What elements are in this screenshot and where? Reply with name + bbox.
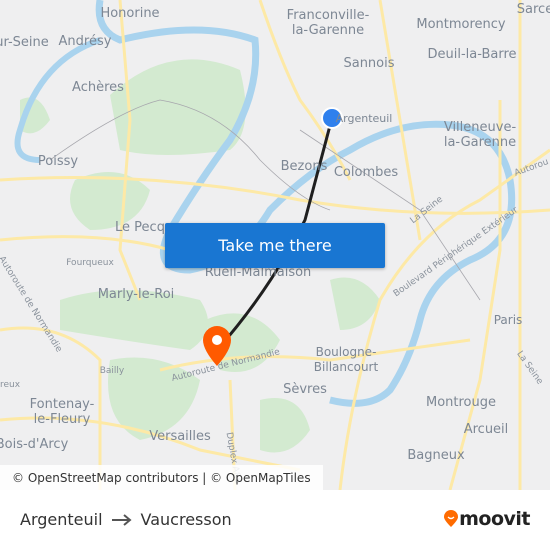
- place-label: Bois-d'Arcy: [0, 437, 69, 452]
- arrow-right-icon: [111, 513, 132, 526]
- place-label: Sèvres: [283, 382, 327, 397]
- place-label: Colombes: [333, 165, 399, 180]
- place-label: Sannois: [343, 56, 395, 71]
- place-label: Deuil-la-Barre: [427, 47, 517, 62]
- place-label: Fontenay- le-Fleury: [29, 397, 95, 427]
- origin-name: Argenteuil: [20, 510, 103, 529]
- place-label: Franconville- la-Garenne: [286, 8, 370, 38]
- place-label: Paris: [493, 313, 523, 327]
- place-label: Poissy: [37, 154, 79, 169]
- place-label: Arcueil: [463, 422, 509, 437]
- place-label: Le Pecq: [115, 220, 165, 235]
- place-label: Bailly: [99, 366, 125, 376]
- route-title: Argenteuil Vaucresson: [20, 510, 232, 529]
- map-attribution[interactable]: © OpenStreetMap contributors | © OpenMap…: [0, 465, 323, 490]
- place-label: Versailles: [149, 429, 211, 444]
- place-label: reux: [0, 380, 21, 390]
- place-label: Boulogne- Billancourt: [313, 345, 379, 374]
- brand-name: moovit: [459, 508, 530, 530]
- place-label: Montmorency: [416, 17, 506, 32]
- place-label: Bezons: [280, 159, 328, 174]
- map[interactable]: Honorine Andrésy ur-Seine Achères Poissy…: [0, 0, 550, 490]
- place-label: Achères: [72, 80, 124, 95]
- place-label: Villeneuve- la-Garenne: [443, 120, 517, 150]
- moovit-pin-icon: [444, 510, 459, 527]
- place-label: Fourqueux: [66, 258, 114, 268]
- place-label: Marly-le-Roi: [97, 287, 175, 302]
- place-label: Andrésy: [58, 34, 112, 49]
- place-label: Argenteuil: [335, 112, 393, 125]
- place-label: Bagneux: [407, 448, 465, 463]
- place-label: ur-Seine: [0, 35, 49, 50]
- place-label: Sarce: [516, 2, 550, 17]
- moovit-logo[interactable]: moovit: [443, 508, 530, 530]
- footer: Argenteuil Vaucresson moovit: [0, 490, 550, 550]
- place-label: Honorine: [100, 6, 160, 21]
- take-me-there-button[interactable]: Take me there: [165, 223, 385, 268]
- place-label: Montrouge: [425, 395, 497, 410]
- destination-name: Vaucresson: [140, 510, 232, 529]
